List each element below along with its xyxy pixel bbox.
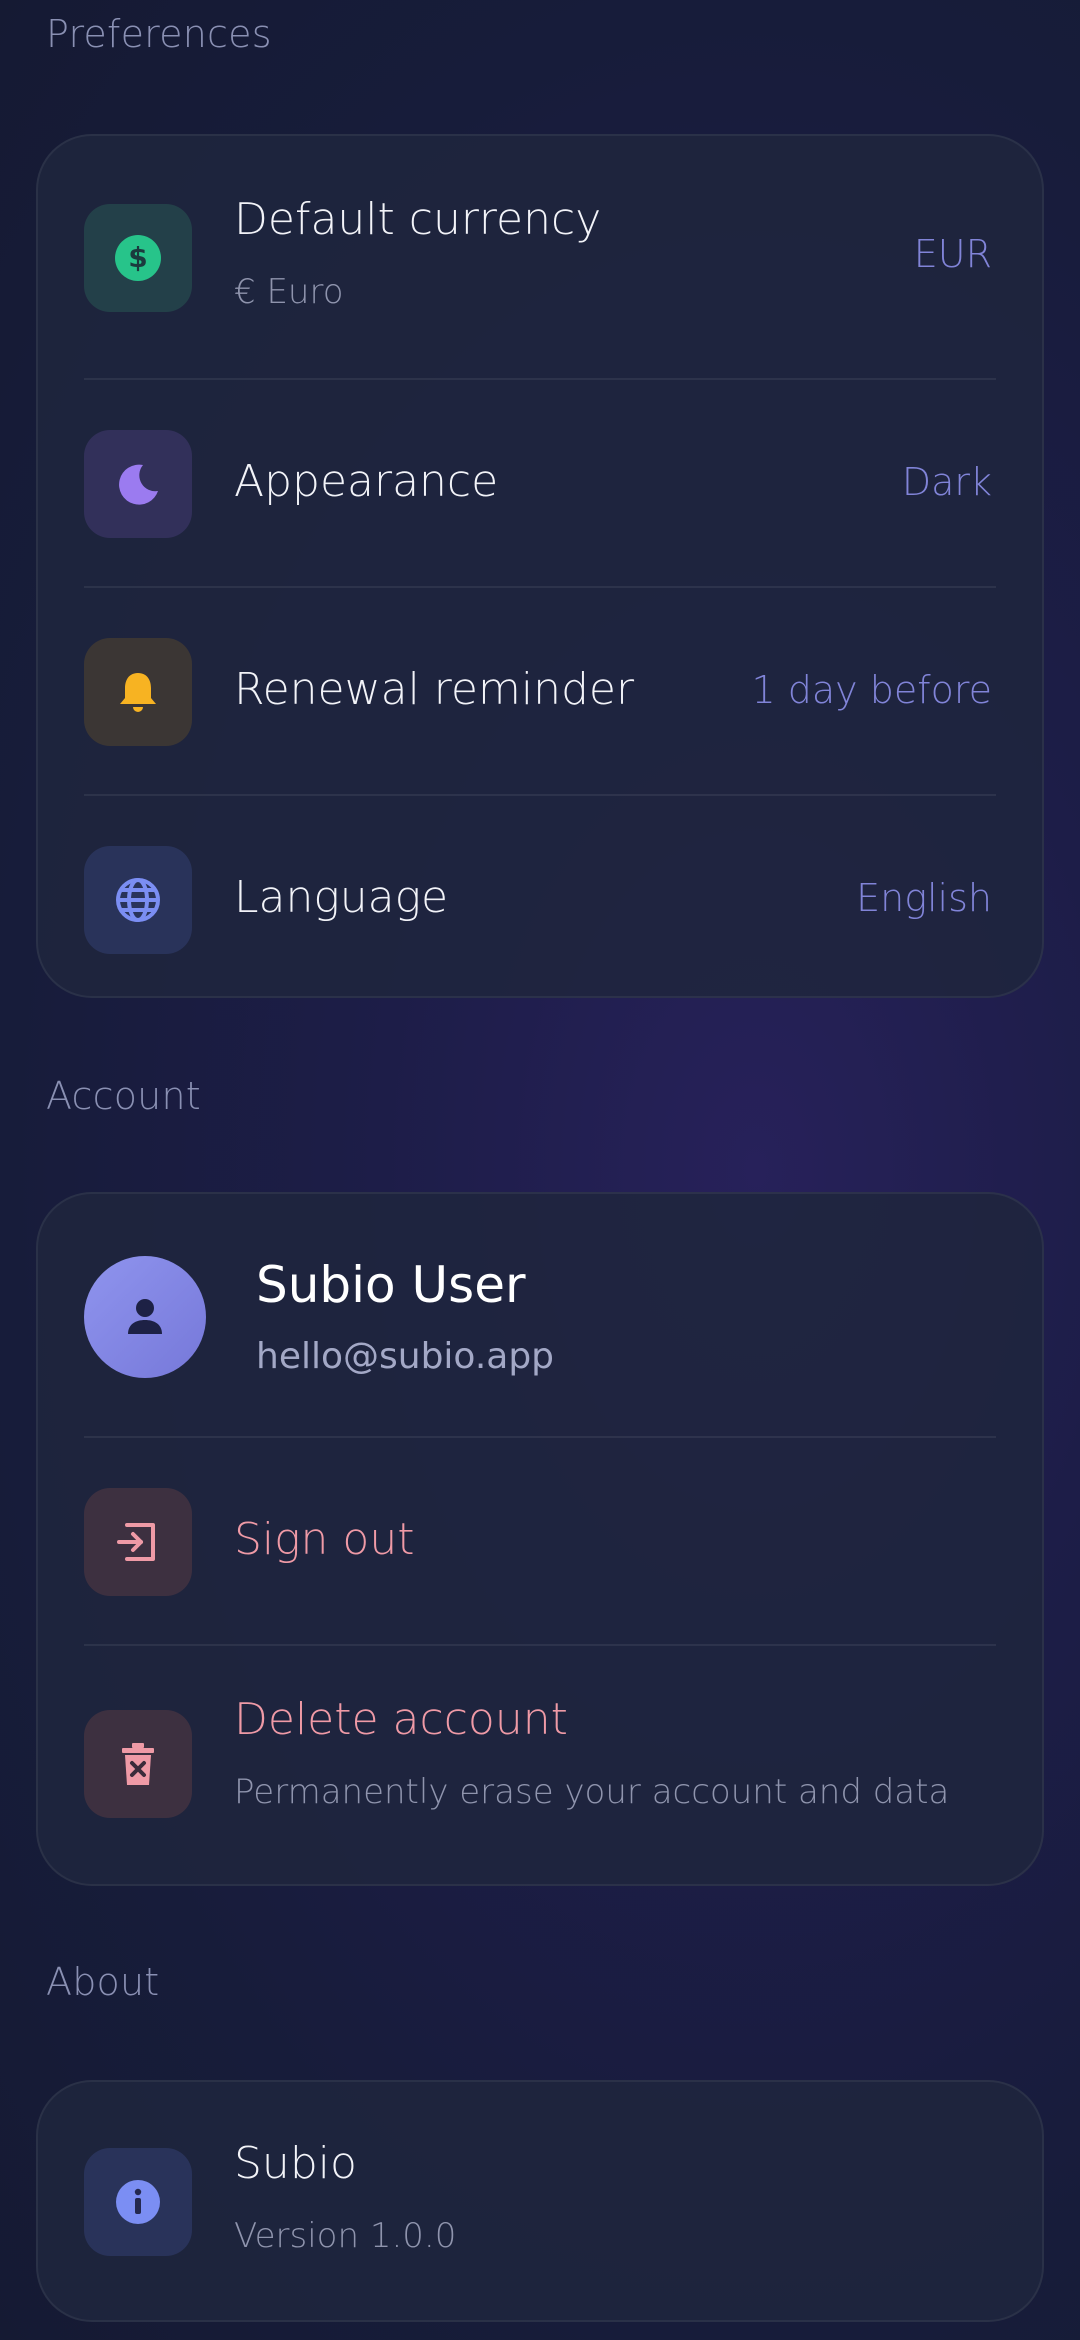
row-appearance[interactable]: Appearance Dark (38, 380, 1042, 588)
section-label-preferences: Preferences (46, 12, 272, 56)
section-label-about: About (46, 1960, 160, 2004)
delete-account-button[interactable]: Delete account Permanently erase your ac… (38, 1646, 1042, 1888)
sign-out-icon-tile (84, 1488, 192, 1596)
moon-icon (119, 464, 158, 505)
sign-out-icon (117, 1523, 155, 1561)
currency-subtitle: € Euro (234, 272, 344, 312)
currency-value: EUR (913, 232, 992, 276)
row-renewal-reminder[interactable]: Renewal reminder 1 day before (38, 588, 1042, 796)
globe-icon (116, 878, 160, 922)
info-icon (116, 2180, 160, 2224)
person-icon (128, 1299, 162, 1334)
account-card: Subio User hello@subio.app Sign out Dele… (36, 1192, 1044, 1886)
reminder-icon-tile (84, 638, 192, 746)
currency-icon-tile: $ (84, 204, 192, 312)
appearance-value: Dark (901, 460, 992, 504)
settings-screen: Preferences $ Default currency € Euro EU… (0, 0, 1080, 2340)
row-user-profile[interactable]: Subio User hello@subio.app (38, 1194, 1042, 1438)
sign-out-label: Sign out (234, 1514, 415, 1565)
language-title: Language (234, 872, 449, 923)
avatar (84, 1256, 206, 1378)
reminder-value: 1 day before (751, 668, 992, 712)
user-email: hello@subio.app (256, 1336, 555, 1377)
about-icon-tile (84, 2148, 192, 2256)
svg-text:$: $ (128, 241, 147, 274)
about-card: Subio Version 1.0.0 (36, 2080, 1044, 2322)
section-label-account: Account (46, 1074, 201, 1118)
language-value: English (856, 876, 992, 920)
preferences-card: $ Default currency € Euro EUR Appearance… (36, 134, 1044, 998)
about-app-title: Subio (234, 2138, 357, 2189)
user-name: Subio User (256, 1256, 526, 1314)
delete-account-label: Delete account (234, 1694, 568, 1745)
reminder-title: Renewal reminder (234, 664, 635, 715)
appearance-title: Appearance (234, 456, 499, 507)
delete-account-subtitle: Permanently erase your account and data (234, 1772, 950, 1812)
row-language[interactable]: Language English (38, 796, 1042, 1000)
about-app-version: Version 1.0.0 (234, 2216, 457, 2256)
sign-out-button[interactable]: Sign out (38, 1438, 1042, 1646)
dollar-icon: $ (115, 235, 161, 281)
language-icon-tile (84, 846, 192, 954)
delete-icon-tile (84, 1710, 192, 1818)
row-default-currency[interactable]: $ Default currency € Euro EUR (38, 136, 1042, 380)
trash-icon (122, 1743, 154, 1785)
appearance-icon-tile (84, 430, 192, 538)
bell-icon (120, 673, 156, 712)
currency-title: Default currency (234, 194, 602, 245)
row-about-app[interactable]: Subio Version 1.0.0 (38, 2082, 1042, 2324)
